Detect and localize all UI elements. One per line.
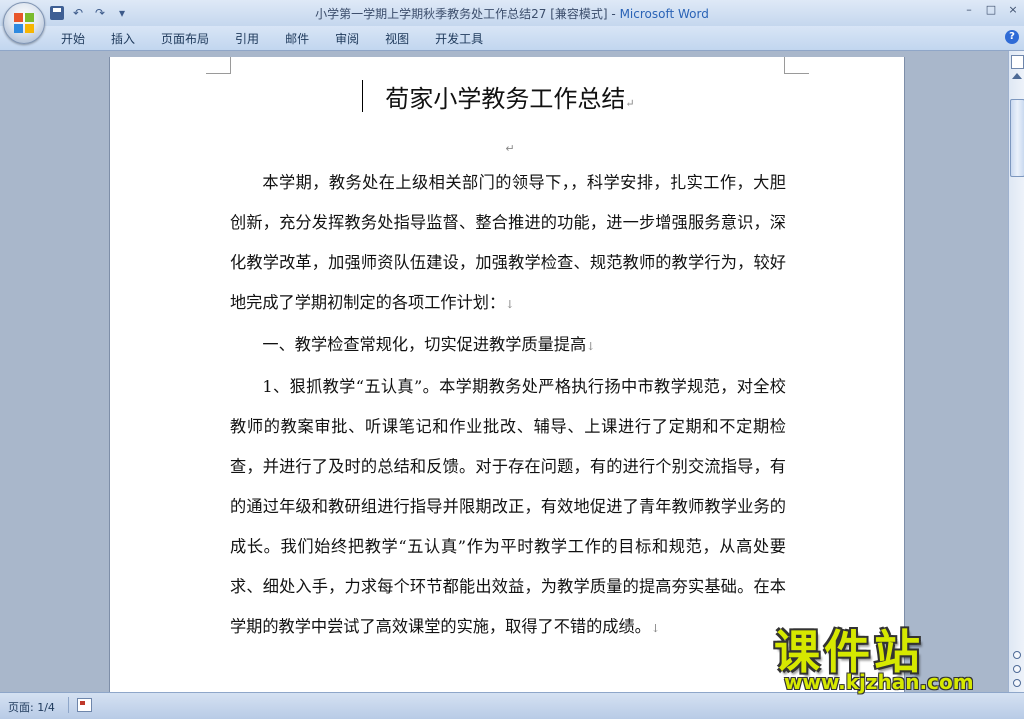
paragraph-text: 一、教学检查常规化，切实促进教学质量提高	[262, 335, 587, 354]
page-count-status[interactable]: 页面: 1/4	[8, 699, 55, 715]
paragraph-five-diligence: 1、狠抓教学“五认真”。本学期教务处严格执行扬中市教学规范，对全校教师的教案审批…	[230, 367, 786, 649]
margin-corner-top-left	[206, 57, 231, 74]
office-button[interactable]	[3, 2, 45, 44]
paragraph-text: 1、狠抓教学“五认真”。本学期教务处严格执行扬中市教学规范，对全校教师的教案审批…	[230, 377, 786, 636]
paragraph-text: 本学期，教务处在上级相关部门的领导下，，科学安排，扎实工作，大胆创新，充分发挥教…	[230, 173, 786, 312]
document-name: 小学第一学期上学期秋季教务处工作总结27 [兼容模式] -	[315, 7, 620, 21]
tab-page-layout[interactable]: 页面布局	[148, 30, 222, 48]
line-break-mark: ↓	[505, 298, 515, 311]
ribbon: 开始 插入 页面布局 引用 邮件 审阅 视图 开发工具 ?	[0, 26, 1024, 51]
margin-corner-top-right	[784, 57, 809, 74]
watermark-url: www.kjzhan.com	[784, 670, 974, 694]
tab-view[interactable]: 视图	[372, 30, 422, 48]
paragraph-mark: ↵	[625, 97, 635, 110]
heading-section-1: 一、教学检查常规化，切实促进教学质量提高↓	[230, 325, 786, 367]
window-controls: – □ ×	[962, 3, 1020, 16]
status-bar: 页面: 1/4	[0, 692, 1024, 719]
app-name: Microsoft Word	[619, 7, 709, 21]
vertical-scrollbar[interactable]	[1008, 51, 1024, 692]
line-break-mark: ↓	[586, 340, 596, 353]
ribbon-tabs: 开始 插入 页面布局 引用 邮件 审阅 视图 开发工具	[48, 30, 496, 48]
status-divider	[68, 697, 69, 713]
proofing-status-icon[interactable]	[77, 698, 92, 712]
scroll-thumb[interactable]	[1010, 99, 1024, 177]
document-page[interactable]: 荀家小学教务工作总结↵ ↵ 本学期，教务处在上级相关部门的领导下，，科学安排，扎…	[110, 57, 904, 692]
title-bar: ↶ ↷ ▾ 小学第一学期上学期秋季教务处工作总结27 [兼容模式] - Micr…	[0, 0, 1024, 44]
restore-button[interactable]: □	[984, 3, 998, 16]
paragraph-mark: ↵	[505, 142, 515, 155]
line-break-mark: ↓	[650, 622, 661, 635]
watermark-logo: 课件站 www.kjzhan.com	[752, 614, 1022, 694]
scroll-up-icon[interactable]	[1012, 73, 1022, 79]
tab-insert[interactable]: 插入	[98, 30, 148, 48]
minimize-button[interactable]: –	[962, 3, 976, 16]
document-body[interactable]: 本学期，教务处在上级相关部门的领导下，，科学安排，扎实工作，大胆创新，充分发挥教…	[230, 163, 786, 649]
window-title: 小学第一学期上学期秋季教务处工作总结27 [兼容模式] - Microsoft …	[0, 5, 1024, 22]
office-logo-icon	[14, 13, 34, 33]
paragraph-intro: 本学期，教务处在上级相关部门的领导下，，科学安排，扎实工作，大胆创新，充分发挥教…	[230, 163, 786, 325]
tab-review[interactable]: 审阅	[322, 30, 372, 48]
tab-mailings[interactable]: 邮件	[272, 30, 322, 48]
empty-paragraph: ↵	[230, 137, 790, 156]
tab-developer[interactable]: 开发工具	[422, 30, 496, 48]
document-area: 荀家小学教务工作总结↵ ↵ 本学期，教务处在上级相关部门的领导下，，科学安排，扎…	[0, 51, 1008, 692]
tab-references[interactable]: 引用	[222, 30, 272, 48]
close-button[interactable]: ×	[1006, 3, 1020, 16]
document-title[interactable]: 荀家小学教务工作总结↵	[230, 79, 790, 114]
tab-home[interactable]: 开始	[48, 30, 98, 48]
help-icon[interactable]: ?	[1005, 30, 1019, 44]
ruler-toggle-icon[interactable]	[1011, 55, 1024, 69]
document-title-text: 荀家小学教务工作总结	[385, 85, 626, 113]
